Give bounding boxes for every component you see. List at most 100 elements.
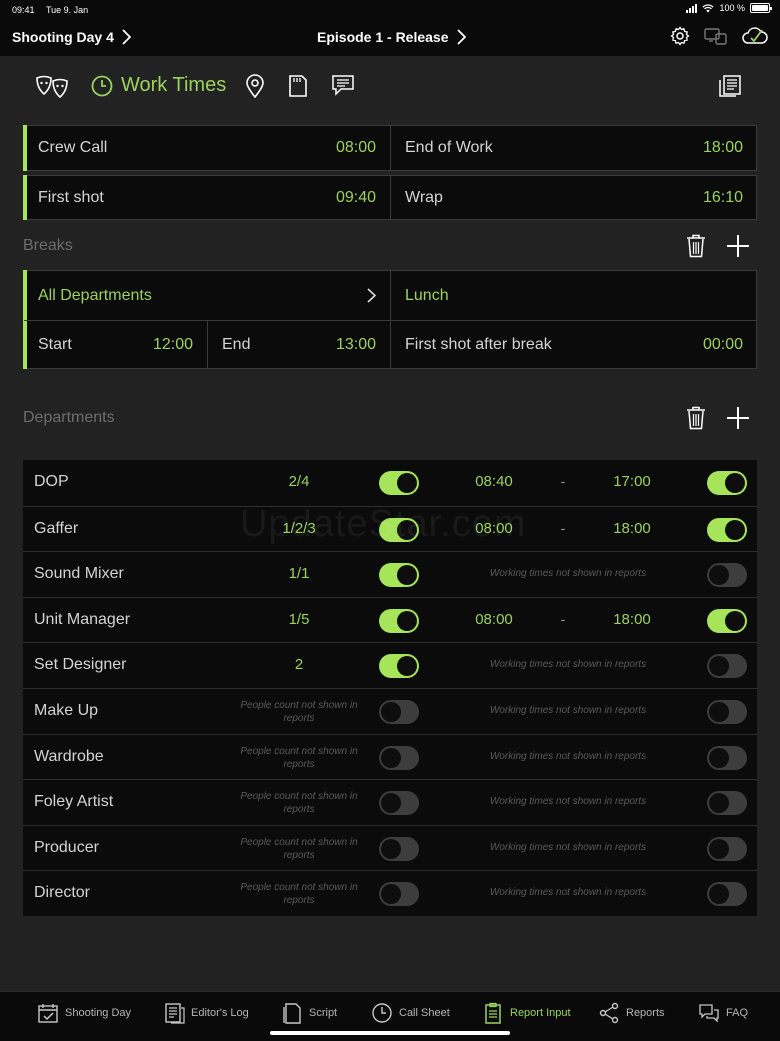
episode-selector[interactable]: Episode 1 - Release (317, 29, 466, 45)
crew-call-cell[interactable]: Crew Call 08:00 (24, 126, 390, 170)
table-row: Gaffer 1/2/3 08:00 - 18:00 (23, 505, 757, 552)
people-count-toggle[interactable] (379, 882, 419, 907)
shooting-day-selector[interactable]: Shooting Day 4 (12, 29, 131, 45)
first-shot-after-break-label: First shot after break (405, 336, 552, 353)
break-department-selector[interactable]: All Departments (24, 271, 390, 320)
working-times-note: Working times not shown in reports (489, 887, 647, 899)
break-start-cell[interactable]: Start 12:00 (24, 321, 207, 369)
battery-percent: 100 % (719, 3, 745, 13)
first-shot-value: 09:40 (335, 188, 376, 206)
people-count[interactable]: 2/4 (239, 473, 359, 490)
toggle-knob (397, 473, 417, 493)
people-count-toggle[interactable] (379, 517, 419, 542)
time-separator: - (560, 610, 566, 627)
bottom-tab-script[interactable]: Script (281, 1002, 337, 1024)
working-times-toggle[interactable] (707, 700, 747, 724)
break-box: All Departments Lunch Start 12:00 End 13… (23, 270, 757, 369)
toggle-knob (709, 565, 729, 586)
working-times-toggle[interactable] (707, 517, 747, 542)
people-count-toggle[interactable] (379, 471, 419, 495)
trash-icon[interactable] (686, 234, 706, 258)
people-count-toggle[interactable] (379, 608, 419, 633)
bottom-tab-label: Report Input (510, 1007, 571, 1019)
working-times-toggle[interactable] (707, 654, 747, 679)
people-count-note: People count not shown in reports (240, 836, 358, 861)
share-icon (599, 1002, 619, 1024)
table-row: Set Designer 2 Working times not shown in … (23, 642, 757, 688)
break-end-cell[interactable]: End 13:00 (208, 321, 390, 369)
tab-theatre[interactable] (35, 74, 69, 100)
first-shot-after-break-cell[interactable]: First shot after break 00:00 (391, 321, 757, 369)
people-count-toggle[interactable] (379, 791, 419, 816)
department-end-time[interactable]: 18:00 (597, 611, 667, 628)
people-count-toggle[interactable] (379, 563, 419, 588)
people-count-toggle[interactable] (379, 654, 419, 679)
working-times-note: Working times not shown in reports (489, 568, 647, 580)
chat-bubbles-icon (699, 1004, 719, 1023)
department-end-time[interactable]: 18:00 (597, 520, 667, 537)
battery-icon (750, 3, 772, 13)
toggle-knob (709, 793, 729, 814)
departments-table: DOP 2/4 08:40 - 17:00 Gaffer 1/2/3 08:00 - 18:00 S… (23, 460, 757, 916)
working-times-toggle[interactable] (707, 882, 747, 907)
table-row: Unit Manager 1/5 08:00 - 18:00 (23, 596, 757, 643)
bottom-tab-faq[interactable]: FAQ (698, 1002, 748, 1024)
tab-work-times[interactable]: Work Times (91, 74, 226, 97)
working-times-toggle[interactable] (707, 745, 747, 770)
tab-location[interactable] (245, 74, 265, 98)
people-count-toggle[interactable] (379, 745, 419, 770)
cloud-check-icon[interactable] (742, 26, 768, 46)
copy-document-button[interactable] (718, 74, 742, 98)
crew-call-value: 08:00 (335, 139, 376, 156)
plus-icon[interactable] (726, 406, 750, 430)
tab-notes[interactable] (331, 74, 355, 96)
gear-icon[interactable] (670, 26, 690, 46)
people-count[interactable]: 1/1 (239, 565, 359, 582)
working-times-toggle[interactable] (707, 608, 747, 633)
people-count[interactable]: 1/2/3 (239, 520, 359, 537)
department-start-time[interactable]: 08:00 (459, 611, 529, 628)
people-count[interactable]: 1/5 (239, 611, 359, 628)
plus-icon[interactable] (726, 234, 750, 258)
toggle-knob (397, 519, 417, 540)
crew-call-label: Crew Call (38, 139, 108, 156)
toggle-knob (381, 838, 401, 859)
bottom-tab-label: Reports (626, 1007, 665, 1019)
wrap-cell[interactable]: Wrap 16:10 (391, 176, 757, 219)
break-type-label: Lunch (405, 286, 449, 304)
first-shot-cell[interactable]: First shot 09:40 (24, 176, 390, 219)
clock-icon (91, 75, 113, 96)
bottom-tab-reports[interactable]: Reports (598, 1002, 665, 1024)
people-count[interactable]: 2 (239, 656, 359, 673)
table-row: Producer People count not shown in report… (23, 824, 757, 871)
department-name: Director (34, 884, 91, 902)
working-times-toggle[interactable] (707, 563, 747, 588)
end-of-work-cell[interactable]: End of Work 18:00 (391, 126, 757, 170)
department-start-time[interactable]: 08:40 (459, 473, 529, 490)
bottom-tab-shooting-day[interactable]: Shooting Day (37, 1002, 131, 1024)
department-name: Foley Artist (34, 793, 114, 811)
bottom-tab-report-input[interactable]: Report Input (482, 1002, 571, 1024)
tab-media[interactable] (288, 74, 308, 98)
time-separator: - (560, 519, 566, 536)
trash-icon[interactable] (686, 406, 706, 430)
department-name: Producer (34, 838, 99, 856)
end-of-work-label: End of Work (405, 139, 493, 156)
department-start-time[interactable]: 08:00 (459, 520, 529, 537)
chevron-right-icon (122, 29, 131, 45)
working-times-toggle[interactable] (707, 791, 747, 816)
theatre-masks-icon (36, 75, 68, 99)
bottom-tab-call-sheet[interactable]: Call Sheet (371, 1002, 450, 1024)
bottom-tab-editor-s-log[interactable]: Editor's Log (163, 1002, 249, 1024)
toggle-knob (725, 610, 745, 631)
break-type-cell[interactable]: Lunch (391, 271, 757, 320)
sync-devices-icon[interactable] (704, 26, 728, 46)
people-count-toggle[interactable] (379, 836, 419, 861)
people-count-toggle[interactable] (379, 700, 419, 724)
working-times-toggle[interactable] (707, 836, 747, 861)
working-times-note: Working times not shown in reports (489, 796, 647, 808)
toggle-knob (397, 610, 417, 631)
end-of-work-value: 18:00 (702, 139, 743, 156)
working-times-toggle[interactable] (707, 471, 747, 495)
department-end-time[interactable]: 17:00 (597, 473, 667, 490)
